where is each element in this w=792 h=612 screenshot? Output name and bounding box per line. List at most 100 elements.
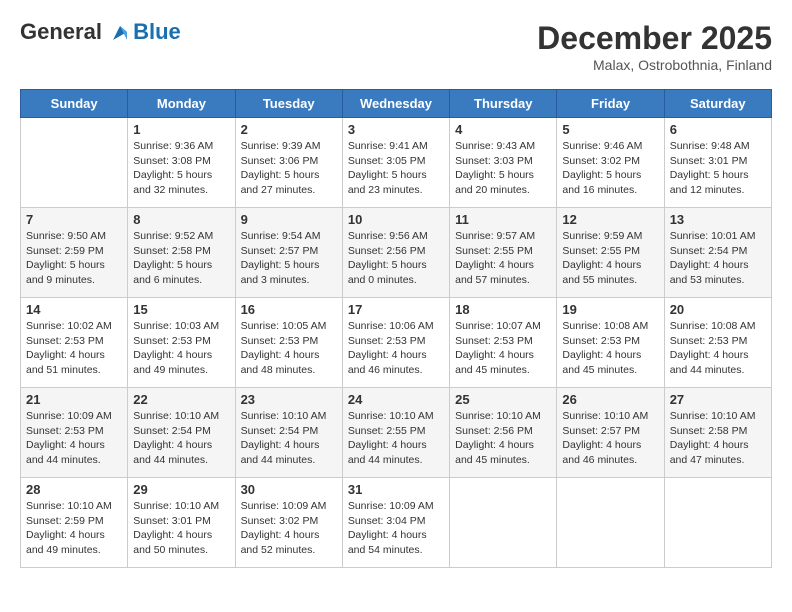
day-info: Sunrise: 10:08 AMSunset: 2:53 PMDaylight… [562,319,658,378]
calendar-cell: 14 Sunrise: 10:02 AMSunset: 2:53 PMDaylig… [21,298,128,388]
day-info: Sunrise: 9:59 AMSunset: 2:55 PMDaylight:… [562,229,658,288]
header-thursday: Thursday [450,90,557,118]
day-info: Sunrise: 10:09 AMSunset: 2:53 PMDaylight… [26,409,122,468]
calendar-cell: 1 Sunrise: 9:36 AMSunset: 3:08 PMDaylight… [128,118,235,208]
calendar-cell: 12 Sunrise: 9:59 AMSunset: 2:55 PMDayligh… [557,208,664,298]
day-number: 20 [670,302,766,317]
day-info: Sunrise: 9:36 AMSunset: 3:08 PMDaylight:… [133,139,229,198]
day-number: 1 [133,122,229,137]
day-number: 7 [26,212,122,227]
day-number: 12 [562,212,658,227]
calendar-cell: 24Sunrise: 10:10 AMSunset: 2:55 PMDaylig… [342,388,449,478]
calendar-week-3: 14 Sunrise: 10:02 AMSunset: 2:53 PMDaylig… [21,298,772,388]
calendar-cell [664,478,771,568]
day-number: 19 [562,302,658,317]
day-number: 13 [670,212,766,227]
day-info: Sunrise: 10:10 AMSunset: 2:56 PMDaylight… [455,409,551,468]
calendar-cell: 23Sunrise: 10:10 AMSunset: 2:54 PMDaylig… [235,388,342,478]
day-info: Sunrise: 9:50 AMSunset: 2:59 PMDaylight:… [26,229,122,288]
day-number: 30 [241,482,337,497]
calendar-cell: 13 Sunrise: 10:01 AMSunset: 2:54 PMDaylig… [664,208,771,298]
day-number: 25 [455,392,551,407]
calendar-cell: 11 Sunrise: 9:57 AMSunset: 2:55 PMDayligh… [450,208,557,298]
month-title: December 2025 [537,20,772,57]
day-info: Sunrise: 10:01 AMSunset: 2:54 PMDaylight… [670,229,766,288]
day-info: Sunrise: 10:08 AMSunset: 2:53 PMDaylight… [670,319,766,378]
day-info: Sunrise: 9:43 AMSunset: 3:03 PMDaylight:… [455,139,551,198]
day-info: Sunrise: 9:48 AMSunset: 3:01 PMDaylight:… [670,139,766,198]
calendar-cell: 19 Sunrise: 10:08 AMSunset: 2:53 PMDaylig… [557,298,664,388]
calendar-cell: 4 Sunrise: 9:43 AMSunset: 3:03 PMDaylight… [450,118,557,208]
day-info: Sunrise: 9:41 AMSunset: 3:05 PMDaylight:… [348,139,444,198]
calendar-week-4: 21 Sunrise: 10:09 AMSunset: 2:53 PMDaylig… [21,388,772,478]
day-info: Sunrise: 10:10 AMSunset: 2:54 PMDaylight… [133,409,229,468]
calendar-cell: 9 Sunrise: 9:54 AMSunset: 2:57 PMDaylight… [235,208,342,298]
calendar-week-5: 28 Sunrise: 10:10 AMSunset: 2:59 PMDaylig… [21,478,772,568]
day-info: Sunrise: 10:10 AMSunset: 2:54 PMDaylight… [241,409,337,468]
header-tuesday: Tuesday [235,90,342,118]
page-header: General Blue December 2025 Malax, Ostrob… [20,20,772,73]
day-info: Sunrise: 10:02 AMSunset: 2:53 PMDaylight… [26,319,122,378]
day-number: 15 [133,302,229,317]
day-number: 5 [562,122,658,137]
day-number: 14 [26,302,122,317]
day-info: Sunrise: 9:52 AMSunset: 2:58 PMDaylight:… [133,229,229,288]
calendar-table: SundayMondayTuesdayWednesdayThursdayFrid… [20,89,772,568]
calendar-cell: 3 Sunrise: 9:41 AMSunset: 3:05 PMDaylight… [342,118,449,208]
calendar-cell: 18Sunrise: 10:07 AMSunset: 2:53 PMDaylig… [450,298,557,388]
header-monday: Monday [128,90,235,118]
day-number: 6 [670,122,766,137]
day-number: 10 [348,212,444,227]
day-number: 22 [133,392,229,407]
day-info: Sunrise: 10:06 AMSunset: 2:53 PMDaylight… [348,319,444,378]
calendar-cell: 7 Sunrise: 9:50 AMSunset: 2:59 PMDaylight… [21,208,128,298]
calendar-cell: 15Sunrise: 10:03 AMSunset: 2:53 PMDaylig… [128,298,235,388]
day-number: 26 [562,392,658,407]
header-wednesday: Wednesday [342,90,449,118]
calendar-cell: 22 Sunrise: 10:10 AMSunset: 2:54 PMDaylig… [128,388,235,478]
day-info: Sunrise: 10:10 AMSunset: 2:57 PMDaylight… [562,409,658,468]
day-number: 9 [241,212,337,227]
day-info: Sunrise: 10:10 AMSunset: 2:58 PMDaylight… [670,409,766,468]
header-friday: Friday [557,90,664,118]
calendar-cell: 28 Sunrise: 10:10 AMSunset: 2:59 PMDaylig… [21,478,128,568]
calendar-cell: 5 Sunrise: 9:46 AMSunset: 3:02 PMDaylight… [557,118,664,208]
calendar-cell: 30 Sunrise: 10:09 AMSunset: 3:02 PMDaylig… [235,478,342,568]
day-info: Sunrise: 9:39 AMSunset: 3:06 PMDaylight:… [241,139,337,198]
day-number: 28 [26,482,122,497]
day-info: Sunrise: 10:05 AMSunset: 2:53 PMDaylight… [241,319,337,378]
logo-blue: Blue [133,20,181,44]
calendar-cell: 25 Sunrise: 10:10 AMSunset: 2:56 PMDaylig… [450,388,557,478]
calendar-cell: 16 Sunrise: 10:05 AMSunset: 2:53 PMDaylig… [235,298,342,388]
day-number: 11 [455,212,551,227]
calendar-week-1: 1 Sunrise: 9:36 AMSunset: 3:08 PMDaylight… [21,118,772,208]
calendar-cell: 10 Sunrise: 9:56 AMSunset: 2:56 PMDayligh… [342,208,449,298]
calendar-cell [21,118,128,208]
calendar-cell: 21 Sunrise: 10:09 AMSunset: 2:53 PMDaylig… [21,388,128,478]
day-info: Sunrise: 10:09 AMSunset: 3:02 PMDaylight… [241,499,337,558]
day-number: 3 [348,122,444,137]
calendar-cell [557,478,664,568]
day-info: Sunrise: 9:54 AMSunset: 2:57 PMDaylight:… [241,229,337,288]
header-sunday: Sunday [21,90,128,118]
day-info: Sunrise: 9:46 AMSunset: 3:02 PMDaylight:… [562,139,658,198]
day-number: 17 [348,302,444,317]
day-info: Sunrise: 9:57 AMSunset: 2:55 PMDaylight:… [455,229,551,288]
calendar-cell: 20 Sunrise: 10:08 AMSunset: 2:53 PMDaylig… [664,298,771,388]
day-info: Sunrise: 10:10 AMSunset: 2:59 PMDaylight… [26,499,122,558]
day-number: 8 [133,212,229,227]
calendar-cell: 31Sunrise: 10:09 AMSunset: 3:04 PMDaylig… [342,478,449,568]
day-number: 21 [26,392,122,407]
day-number: 18 [455,302,551,317]
calendar-cell: 29Sunrise: 10:10 AMSunset: 3:01 PMDaylig… [128,478,235,568]
day-number: 4 [455,122,551,137]
logo: General Blue [20,20,181,44]
day-number: 27 [670,392,766,407]
day-info: Sunrise: 9:56 AMSunset: 2:56 PMDaylight:… [348,229,444,288]
calendar-cell [450,478,557,568]
calendar-cell: 17 Sunrise: 10:06 AMSunset: 2:53 PMDaylig… [342,298,449,388]
calendar-cell: 27 Sunrise: 10:10 AMSunset: 2:58 PMDaylig… [664,388,771,478]
day-number: 16 [241,302,337,317]
day-number: 31 [348,482,444,497]
calendar-week-2: 7 Sunrise: 9:50 AMSunset: 2:59 PMDaylight… [21,208,772,298]
